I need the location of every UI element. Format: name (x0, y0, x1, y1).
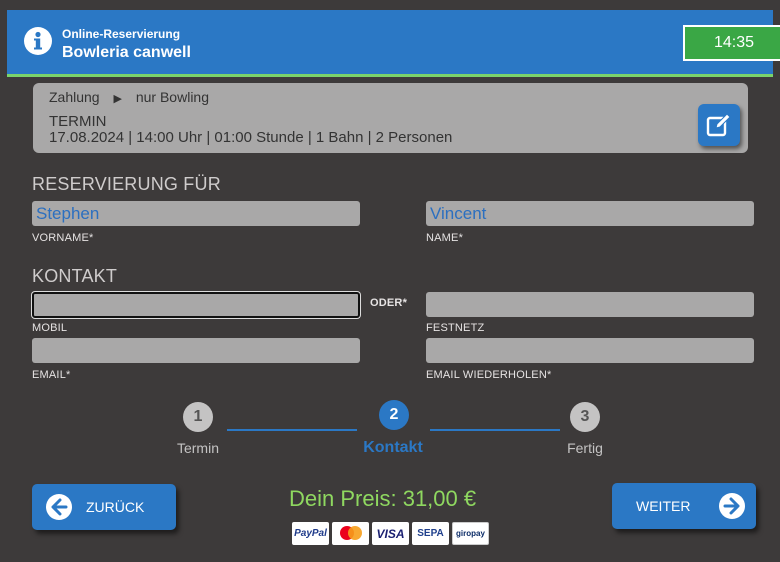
firstname-label: VORNAME* (32, 232, 94, 244)
step-2-circle: 2 (379, 400, 409, 430)
step-1-label: Termin (176, 440, 219, 456)
breadcrumb: Zahlung ▶ nur Bowling (49, 89, 209, 105)
step-3-label: Fertig (567, 440, 603, 456)
email-repeat-label: EMAIL WIEDERHOLEN* (426, 369, 552, 381)
summary-label: TERMIN (49, 113, 107, 130)
info-icon (24, 27, 52, 55)
mastercard-icon (339, 525, 362, 540)
back-button-label: ZURÜCK (86, 499, 145, 515)
mastercard-logo (332, 522, 369, 545)
step-2-label: Kontakt (363, 439, 423, 456)
next-button[interactable]: WEITER (612, 483, 756, 529)
booking-summary: Zahlung ▶ nur Bowling TERMIN 17.08.2024 … (33, 83, 748, 153)
mobile-field[interactable] (32, 292, 360, 318)
firstname-field[interactable] (32, 201, 360, 226)
venue-title: Bowleria canwell (62, 44, 191, 61)
contact-section-title: KONTAKT (32, 266, 118, 286)
breadcrumb-payment: Zahlung (49, 89, 100, 105)
back-button[interactable]: ZURÜCK (32, 484, 176, 530)
play-arrow-icon: ▶ (113, 93, 122, 105)
landline-label: FESTNETZ (426, 322, 485, 334)
step-1-circle: 1 (183, 402, 213, 432)
landline-field[interactable] (426, 292, 754, 317)
sepa-logo: SEPA (412, 522, 449, 545)
header-subtitle: Online-Reservierung (62, 27, 181, 41)
email-repeat-field[interactable] (426, 338, 754, 363)
giropay-logo: giropay (452, 522, 489, 545)
price-display: Dein Preis: 31,00 € (289, 486, 477, 511)
lastname-field[interactable] (426, 201, 754, 226)
edit-booking-button[interactable] (698, 104, 740, 146)
edit-icon (706, 113, 731, 137)
clock-badge: 14:35 (683, 25, 780, 61)
mobile-label: MOBIL (32, 322, 68, 334)
visa-logo: VISA (372, 522, 409, 545)
or-label: ODER* (370, 297, 408, 309)
email-label: EMAIL* (32, 369, 71, 381)
email-field[interactable] (32, 338, 360, 363)
stepper-connector (227, 429, 357, 431)
stepper-connector (430, 429, 560, 431)
lastname-label: NAME* (426, 232, 464, 244)
breadcrumb-bowling: nur Bowling (135, 89, 209, 105)
reservation-section-title: RESERVIERUNG FÜR (32, 174, 221, 194)
step-3-circle: 3 (570, 402, 600, 432)
app-header: Online-Reservierung Bowleria canwell 14:… (7, 10, 780, 77)
arrow-left-circle-icon (46, 494, 72, 520)
arrow-right-circle-icon (719, 493, 746, 519)
summary-details: 17.08.2024 | 14:00 Uhr | 01:00 Stunde | … (49, 129, 453, 146)
next-button-label: WEITER (636, 498, 691, 514)
paypal-logo: PayPal (292, 522, 329, 545)
